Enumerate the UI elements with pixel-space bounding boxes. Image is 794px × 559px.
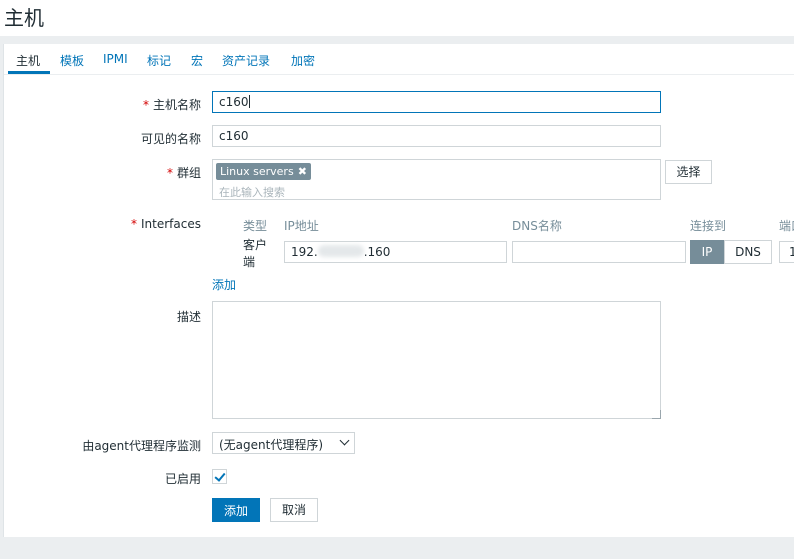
tab-inventory[interactable]: 资产记录 — [222, 52, 270, 69]
interface-type-agent: 客户端 — [243, 238, 268, 269]
remove-chip-icon[interactable]: ✖ — [298, 165, 307, 178]
enabled-label: 已启用 — [164, 472, 201, 486]
groups-search-placeholder[interactable]: 在此输入搜索 — [219, 184, 285, 200]
tab-encryption[interactable]: 加密 — [291, 52, 315, 69]
redacted-blur — [317, 245, 364, 257]
text-caret — [248, 95, 250, 108]
visible-name-label: 可见的名称 — [140, 132, 201, 146]
col-dns: DNS名称 — [512, 219, 562, 233]
tab-host[interactable]: 主机 — [16, 52, 40, 69]
tab-tags[interactable]: 标记 — [147, 52, 171, 69]
tab-macros[interactable]: 宏 — [191, 52, 203, 69]
interface-dns-input[interactable] — [512, 241, 686, 263]
description-label: 描述 — [176, 310, 201, 324]
cancel-button[interactable]: 取消 — [270, 498, 318, 522]
host-form-panel: 主机 模板 IPMI 标记 宏 资产记录 加密 * 主机名称 c160 可见的名称… — [3, 44, 794, 537]
add-interface-link[interactable]: 添加 — [212, 276, 236, 293]
col-type: 类型 — [243, 219, 268, 233]
resize-grip-icon[interactable] — [652, 410, 661, 419]
enabled-checkbox[interactable] — [212, 469, 227, 484]
interface-ip-input[interactable]: 192. .160 — [284, 241, 507, 263]
chevron-down-icon — [339, 435, 350, 446]
col-connect: 连接到 — [690, 219, 727, 233]
page-header: 主机 — [0, 0, 794, 36]
col-port: 端口 — [779, 219, 794, 233]
tab-templates[interactable]: 模板 — [60, 52, 84, 69]
interface-port-input[interactable]: 10050 — [779, 241, 794, 263]
description-textarea[interactable] — [212, 301, 661, 419]
tab-bar: 主机 模板 IPMI 标记 宏 资产记录 加密 — [4, 44, 794, 75]
interfaces-label: * Interfaces — [131, 217, 201, 231]
tab-ipmi[interactable]: IPMI — [103, 52, 128, 66]
visible-name-input[interactable]: c160 — [212, 125, 661, 147]
active-tab-indicator — [8, 71, 50, 74]
proxy-label: 由agent代理程序监测 — [82, 439, 201, 453]
page-title: 主机 — [4, 6, 44, 30]
groups-label: * 群组 — [166, 166, 201, 180]
add-button[interactable]: 添加 — [212, 498, 260, 522]
host-name-label: * 主机名称 — [142, 98, 201, 112]
select-groups-button[interactable]: 选择 — [665, 160, 712, 184]
groups-multiselect[interactable]: Linux servers ✖ 在此输入搜索 — [212, 159, 661, 200]
check-icon — [214, 470, 226, 482]
host-name-input[interactable]: c160 — [212, 91, 661, 113]
connect-to-ip-toggle[interactable]: IP — [690, 240, 724, 264]
group-chip: Linux servers ✖ — [216, 163, 311, 180]
col-ip: IP地址 — [284, 219, 319, 233]
proxy-select[interactable]: (无agent代理程序) — [212, 432, 355, 454]
connect-to-dns-toggle[interactable]: DNS — [724, 240, 772, 264]
